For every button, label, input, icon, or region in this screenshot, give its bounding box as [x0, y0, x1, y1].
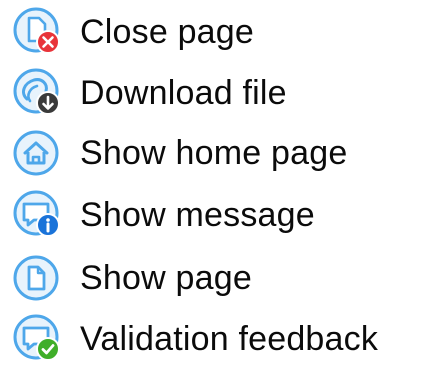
download-file-icon — [10, 65, 66, 121]
action-validation-feedback[interactable]: Validation feedback — [10, 310, 420, 368]
error-badge — [36, 30, 60, 54]
action-label: Show page — [80, 259, 252, 297]
action-show-message[interactable]: Show message — [10, 186, 420, 244]
home-page-icon — [10, 125, 66, 181]
download-badge — [36, 91, 60, 115]
success-badge — [36, 337, 60, 361]
action-label: Download file — [80, 74, 287, 112]
action-label: Validation feedback — [80, 320, 379, 358]
action-show-home-page[interactable]: Show home page — [10, 124, 420, 182]
action-label: Show message — [80, 196, 315, 234]
action-list: Close page Download file Show home page … — [0, 0, 424, 372]
action-close-page[interactable]: Close page — [10, 3, 420, 61]
info-badge — [36, 213, 60, 237]
action-label: Close page — [80, 13, 255, 51]
action-label: Show home page — [80, 134, 348, 172]
validation-feedback-icon — [10, 311, 66, 367]
show-message-icon — [10, 187, 66, 243]
action-download-file[interactable]: Download file — [10, 64, 420, 122]
show-page-icon — [10, 250, 66, 306]
close-page-icon — [10, 4, 66, 60]
action-show-page[interactable]: Show page — [10, 249, 420, 307]
